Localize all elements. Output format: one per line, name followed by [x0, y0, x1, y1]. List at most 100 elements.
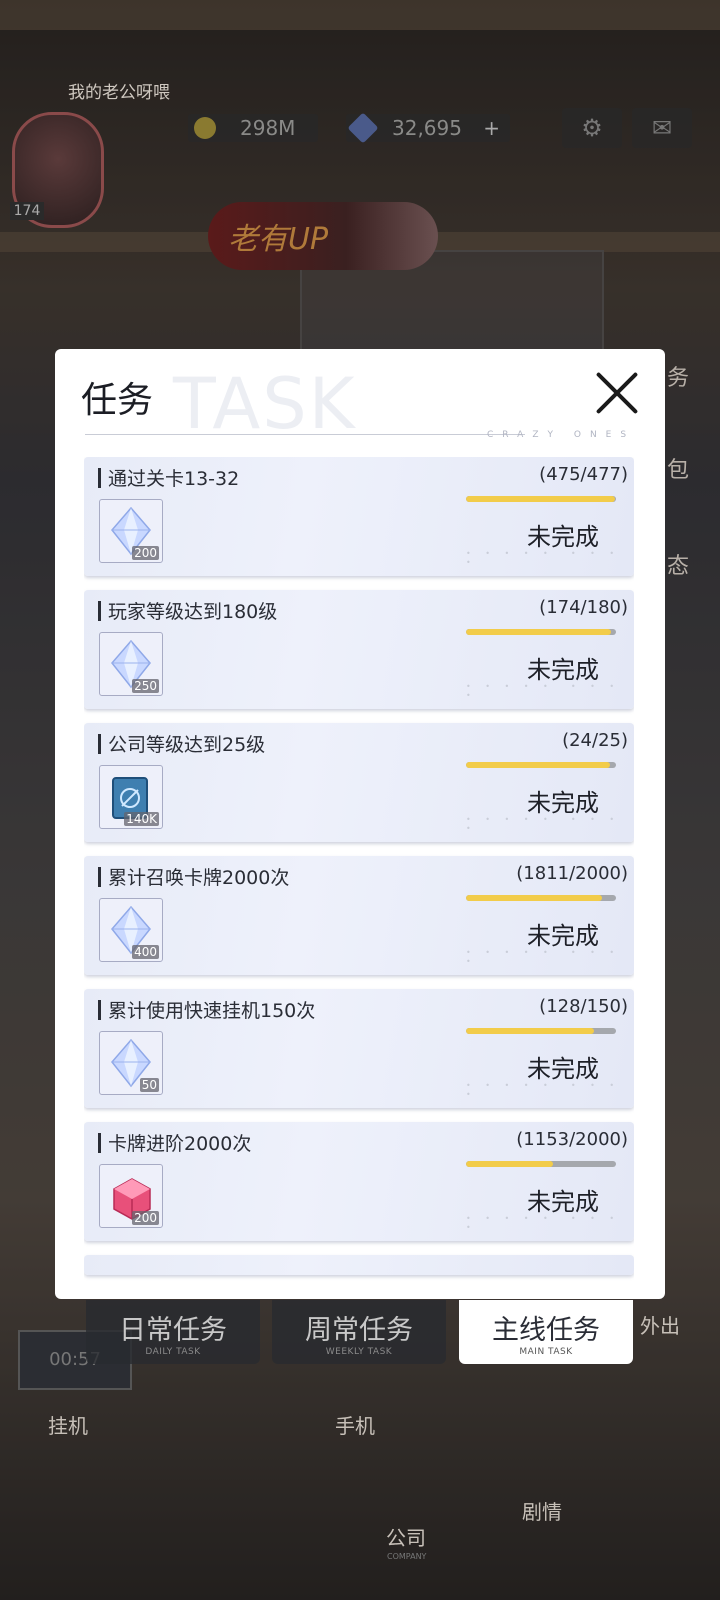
gold-counter: 298M	[188, 114, 318, 142]
banner-text: 老有UP	[228, 222, 329, 257]
task-row[interactable]: 累计使用快速挂机150次 (128/150) 50 未完成 • • • • • • • …	[84, 989, 634, 1108]
coin-icon	[194, 117, 216, 139]
task-name: 公司等级达到25级	[108, 734, 266, 756]
reward-slot[interactable]: 250	[99, 632, 163, 696]
side-state-label[interactable]: 态	[667, 548, 689, 580]
reward-slot[interactable]: 200	[99, 499, 163, 563]
decorative-dots: • • • • • • • • •	[466, 1214, 621, 1232]
task-progress-text: (174/180)	[539, 597, 628, 618]
side-bag-label[interactable]: 包	[667, 452, 689, 484]
progress-bar	[466, 1028, 616, 1034]
gold-value: 298M	[240, 116, 296, 140]
reward-quantity: 200	[132, 1211, 159, 1225]
task-status: 未完成	[527, 523, 599, 551]
tab-weekly-sub: WEEKLY TASK	[325, 1347, 393, 1357]
mail-button[interactable]: ✉	[632, 108, 692, 148]
side-task-label[interactable]: 务	[667, 360, 689, 392]
reward-quantity: 250	[132, 679, 159, 693]
diamond-value: 32,695	[392, 116, 462, 140]
reward-slot[interactable]: 50	[99, 1031, 163, 1095]
nav-outing[interactable]: 外出	[640, 1310, 680, 1339]
task-list[interactable]: 通过关卡13-32 (475/477) 200 未完成 • • • • • • • • …	[84, 457, 634, 1287]
progress-bar	[466, 496, 616, 502]
task-row[interactable]: 卡牌进阶2000次 (1153/2000) 200 未完成 • • • • • • • …	[84, 1122, 634, 1241]
task-progress-text: (475/477)	[539, 464, 628, 485]
task-name: 累计使用快速挂机150次	[108, 1000, 316, 1022]
title-marker	[98, 867, 101, 887]
task-row[interactable]: 通过关卡13-32 (475/477) 200 未完成 • • • • • • • • …	[84, 457, 634, 576]
player-level: 174	[10, 202, 44, 220]
decorative-caption: CRAZY ONES	[487, 430, 636, 440]
tab-daily-sub: DAILY TASK	[145, 1347, 201, 1357]
title-marker	[98, 601, 101, 621]
progress-bar	[466, 895, 616, 901]
decorative-dots: • • • • • • • • •	[466, 1081, 621, 1099]
nav-story[interactable]: 剧情	[522, 1496, 562, 1525]
modal-watermark: TASK	[173, 363, 357, 445]
task-row[interactable]: 累计召唤卡牌2000次 (1811/2000) 400 未完成 • • • • • • …	[84, 856, 634, 975]
task-name: 累计召唤卡牌2000次	[108, 867, 290, 889]
task-progress-text: (1153/2000)	[516, 1129, 628, 1150]
reward-quantity: 200	[132, 546, 159, 560]
reward-slot[interactable]: 200	[99, 1164, 163, 1228]
decorative-dots: • • • • • • • • •	[466, 682, 621, 700]
task-status: 未完成	[527, 1188, 599, 1216]
nav-phone[interactable]: 手机	[335, 1410, 375, 1439]
close-icon[interactable]	[593, 369, 641, 417]
title-marker	[98, 1133, 101, 1153]
task-progress-text: (24/25)	[562, 730, 628, 751]
progress-fill	[466, 496, 616, 502]
progress-bar	[466, 762, 616, 768]
task-row[interactable]: 公司等级达到25级 (24/25) 140K 未完成 • • • • • • • • •	[84, 723, 634, 842]
tab-daily-label: 日常任务	[119, 1315, 227, 1346]
progress-fill	[466, 762, 610, 768]
task-modal: TASK 任务 CRAZY ONES 通过关卡13-32 (475/477) 200…	[55, 349, 665, 1299]
reward-quantity: 50	[139, 1078, 159, 1092]
task-status: 未完成	[527, 789, 599, 817]
nav-idle[interactable]: 挂机	[48, 1410, 88, 1439]
reward-slot[interactable]: 400	[99, 898, 163, 962]
reward-quantity: 400	[132, 945, 159, 959]
tab-daily[interactable]: 日常任务 DAILY TASK	[86, 1300, 260, 1364]
task-progress-text: (1811/2000)	[516, 863, 628, 884]
progress-bar	[466, 1161, 616, 1167]
task-status: 未完成	[527, 1055, 599, 1083]
decorative-dots: • • • • • • • • •	[466, 948, 621, 966]
tab-main-label: 主线任务	[492, 1315, 600, 1346]
diamond-counter: 32,695 +	[346, 112, 510, 144]
reward-quantity: 140K	[124, 812, 159, 826]
task-status: 未完成	[527, 656, 599, 684]
task-status: 未完成	[527, 922, 599, 950]
add-diamond-button[interactable]: +	[483, 114, 500, 142]
task-name: 卡牌进阶2000次	[108, 1133, 252, 1155]
task-progress-text: (128/150)	[539, 996, 628, 1017]
nav-company-sub: COMPANY	[387, 1552, 427, 1561]
progress-fill	[466, 895, 602, 901]
task-row[interactable]: 玩家等级达到180级 (174/180) 250 未完成 • • • • • • • •…	[84, 590, 634, 709]
title-marker	[98, 468, 101, 488]
gear-icon: ⚙	[581, 114, 603, 142]
event-banner[interactable]: 老有UP	[208, 202, 438, 270]
diamond-icon	[347, 112, 379, 144]
task-row[interactable]	[84, 1255, 634, 1275]
title-marker	[98, 1000, 101, 1020]
tab-weekly-label: 周常任务	[305, 1315, 413, 1346]
mail-icon: ✉	[651, 114, 673, 142]
settings-button[interactable]: ⚙	[562, 108, 622, 148]
progress-fill	[466, 629, 612, 635]
player-name: 我的老公呀喂	[68, 83, 170, 103]
task-name: 通过关卡13-32	[108, 468, 240, 490]
decorative-dots: • • • • • • • • •	[466, 815, 621, 833]
reward-slot[interactable]: 140K	[99, 765, 163, 829]
nav-company[interactable]: 公司	[386, 1522, 426, 1551]
tab-main[interactable]: 主线任务 MAIN TASK	[459, 1300, 633, 1364]
tab-main-sub: MAIN TASK	[519, 1347, 573, 1357]
task-name: 玩家等级达到180级	[108, 601, 278, 623]
title-marker	[98, 734, 101, 754]
progress-fill	[466, 1028, 594, 1034]
modal-title: 任务	[81, 380, 154, 421]
progress-bar	[466, 629, 616, 635]
decorative-dots: • • • • • • • • •	[466, 549, 621, 567]
tab-weekly[interactable]: 周常任务 WEEKLY TASK	[272, 1300, 446, 1364]
title-divider	[85, 434, 525, 435]
